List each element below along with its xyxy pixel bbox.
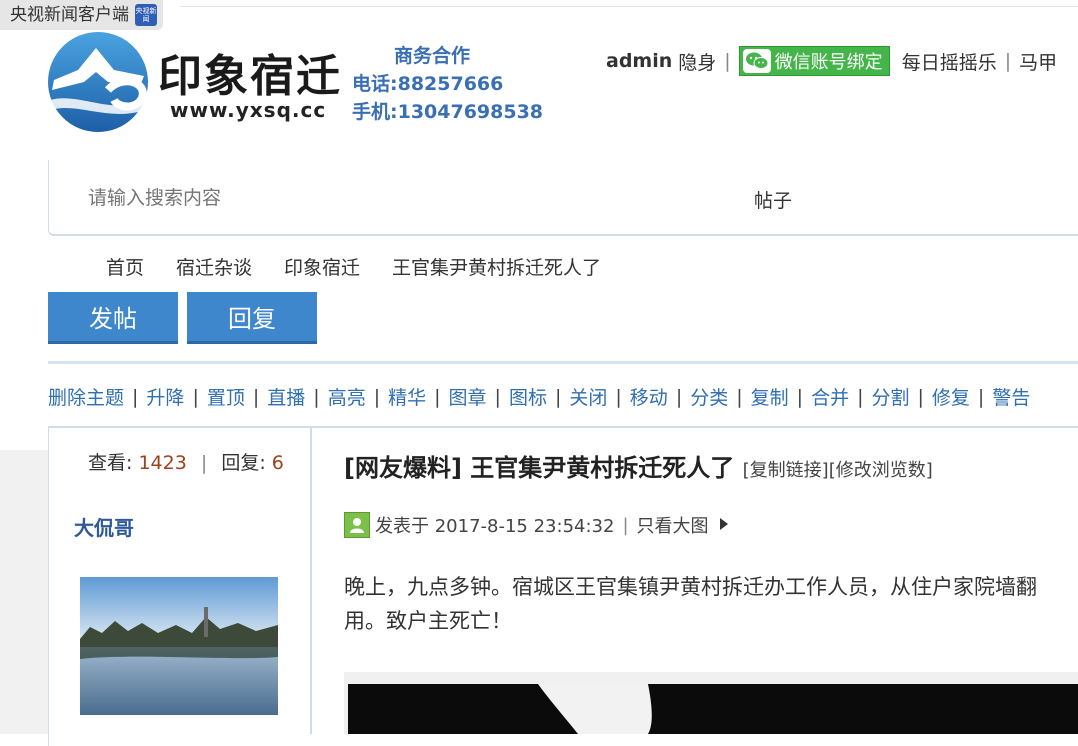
business-mobile: 手机:13047698538 bbox=[352, 101, 544, 123]
wechat-bind-label: 微信账号绑定 bbox=[774, 52, 883, 73]
daily-shake-link[interactable]: 每日摇摇乐 bbox=[902, 48, 997, 75]
left-background bbox=[0, 450, 48, 734]
source-watermark-text: 央视新闻客户端 bbox=[10, 5, 129, 25]
section-divider bbox=[48, 361, 1078, 364]
breadcrumb-subforum[interactable]: 印象宿迁 bbox=[284, 253, 360, 280]
site-logo-title[interactable]: 印象宿迁 bbox=[158, 40, 342, 104]
post-title-text: [网友爆料] 王官集尹黄村拆迁死人了 bbox=[344, 454, 735, 482]
mod-digest[interactable]: 精华 bbox=[388, 383, 426, 410]
moderation-toolbar: 删除主题 | 升降 | 置顶 | 直播 | 高亮 | 精华 | 图章 | 图标 | 关闭 | 移动… bbox=[48, 383, 1030, 410]
online-status-icon bbox=[344, 512, 370, 538]
mod-warn[interactable]: 警告 bbox=[992, 383, 1030, 410]
mod-repair[interactable]: 修复 bbox=[932, 383, 970, 410]
business-contact: 商务合作 电话:88257666 手机:13047698538 bbox=[352, 42, 543, 126]
views-count: 1423 bbox=[138, 452, 187, 474]
mod-live[interactable]: 直播 bbox=[267, 383, 305, 410]
post-body-line: 晚上，九点多钟。宿城区王官集镇尹黄村拆迁办工作人员，从住户家院墙翻 bbox=[344, 575, 1037, 599]
mod-split[interactable]: 分割 bbox=[871, 383, 909, 410]
breadcrumb-forum[interactable]: 宿迁杂谈 bbox=[176, 253, 252, 280]
breadcrumb-home[interactable]: 首页 bbox=[106, 253, 144, 280]
breadcrumb: 首页 宿迁杂谈 印象宿迁 王官集尹黄村拆迁死人了 bbox=[106, 253, 601, 280]
author-avatar[interactable] bbox=[80, 577, 278, 715]
user-bar: admin 隐身 | 微信账号绑定 每日摇摇乐 | 马甲 bbox=[606, 44, 1057, 78]
separator: | bbox=[622, 514, 629, 536]
mod-highlight[interactable]: 高亮 bbox=[328, 383, 366, 410]
mod-sticky[interactable]: 置顶 bbox=[207, 383, 245, 410]
top-divider bbox=[180, 6, 1078, 7]
new-post-button[interactable]: 发帖 bbox=[48, 292, 178, 344]
business-title: 商务合作 bbox=[394, 45, 471, 67]
copy-link-button[interactable]: [复制链接] bbox=[743, 460, 829, 481]
cctv-news-badge-icon: 央视新闻 bbox=[135, 4, 157, 26]
only-images-link[interactable]: 只看大图 bbox=[637, 512, 709, 538]
play-arrow-icon[interactable] bbox=[719, 515, 729, 536]
author-name-link[interactable]: 大侃哥 bbox=[74, 512, 134, 541]
mod-merge[interactable]: 合并 bbox=[811, 383, 849, 410]
edit-views-button[interactable]: [修改浏览数] bbox=[829, 460, 933, 481]
mod-copy[interactable]: 复制 bbox=[751, 383, 789, 410]
username-link[interactable]: admin bbox=[606, 50, 672, 72]
site-logo-url[interactable]: www.yxsq.cc bbox=[170, 98, 326, 122]
alt-account-menu[interactable]: 马甲 bbox=[1019, 48, 1057, 75]
post-body: 晚上，九点多钟。宿城区王官集镇尹黄村拆迁办工作人员，从住户家院墙翻 用。致户主死… bbox=[344, 570, 1078, 638]
search-type-select[interactable]: 帖子 bbox=[754, 186, 792, 213]
mod-category[interactable]: 分类 bbox=[690, 383, 728, 410]
mod-icon[interactable]: 图标 bbox=[509, 383, 547, 410]
mod-move[interactable]: 移动 bbox=[630, 383, 668, 410]
post-meta: 发表于 2017-8-15 23:54:32 | 只看大图 bbox=[344, 512, 729, 538]
separator: | bbox=[1004, 50, 1012, 72]
video-player[interactable] bbox=[348, 684, 1078, 734]
thread-stats: 查看: 1423 | 回复: 6 bbox=[88, 448, 284, 475]
business-phone: 电话:88257666 bbox=[352, 73, 504, 95]
mod-delete-thread[interactable]: 删除主题 bbox=[48, 383, 124, 410]
separator: | bbox=[200, 452, 208, 474]
views-label: 查看: bbox=[88, 452, 133, 474]
replies-label: 回复: bbox=[221, 452, 266, 474]
post-timestamp: 发表于 2017-8-15 23:54:32 bbox=[375, 516, 615, 537]
separator: | bbox=[724, 50, 731, 72]
reply-button[interactable]: 回复 bbox=[187, 292, 317, 344]
cctv-badge-text: 央视新闻 bbox=[135, 7, 157, 23]
mod-close[interactable]: 关闭 bbox=[569, 383, 607, 410]
post-title: [网友爆料] 王官集尹黄村拆迁死人了 [复制链接][修改浏览数] bbox=[344, 448, 933, 483]
post-side-divider bbox=[310, 428, 312, 734]
invisible-toggle[interactable]: 隐身 bbox=[678, 48, 716, 75]
replies-count: 6 bbox=[271, 452, 284, 474]
breadcrumb-thread[interactable]: 王官集尹黄村拆迁死人了 bbox=[392, 253, 601, 280]
post-body-line: 用。致户主死亡！ bbox=[344, 609, 512, 633]
wechat-icon bbox=[742, 49, 771, 73]
mod-stamp[interactable]: 图章 bbox=[449, 383, 487, 410]
source-watermark: 央视新闻客户端 央视新闻 bbox=[0, 0, 163, 30]
search-input[interactable] bbox=[86, 186, 590, 210]
mod-bump[interactable]: 升降 bbox=[146, 383, 184, 410]
wechat-bind-button[interactable]: 微信账号绑定 bbox=[738, 46, 890, 76]
